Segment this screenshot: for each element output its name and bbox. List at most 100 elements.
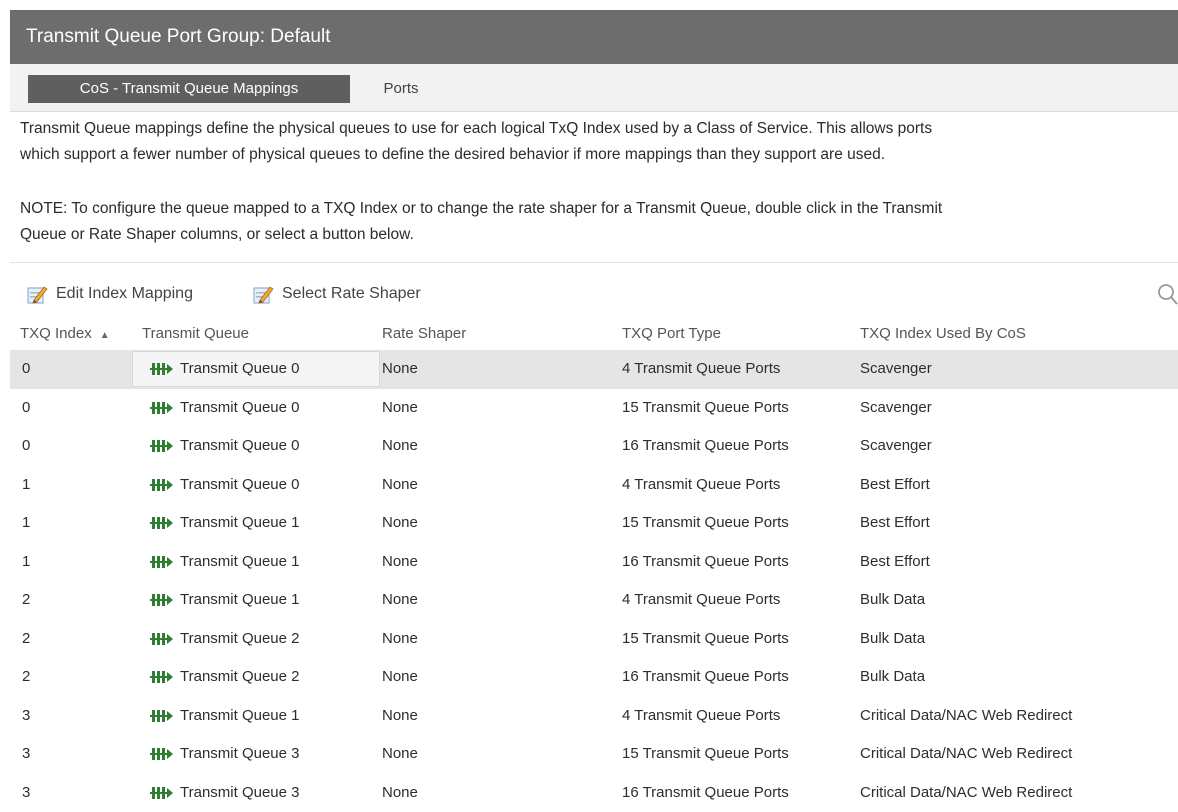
txq-index-cell: 1 xyxy=(22,504,30,543)
description-line-2: which support a fewer number of physical… xyxy=(20,142,1175,168)
transmit-queue-cell[interactable]: Transmit Queue 0 xyxy=(150,427,300,466)
txq-port-type-cell: 16 Transmit Queue Ports xyxy=(622,658,789,697)
transmit-queue-cell[interactable]: Transmit Queue 2 xyxy=(150,658,300,697)
column-header-rate-shaper[interactable]: Rate Shaper xyxy=(382,322,602,346)
tab-ports[interactable]: Ports xyxy=(366,75,436,103)
description-line-1: Transmit Queue mappings define the physi… xyxy=(20,116,1175,142)
table-row[interactable]: 2 Transmit Queue 2 None 15 Transmit Queue P… xyxy=(10,620,1178,659)
transmit-queue-cell[interactable]: Transmit Queue 0 xyxy=(150,466,300,505)
transmit-queue-icon xyxy=(150,747,174,761)
column-header-txq-index-used-by-cos[interactable]: TXQ Index Used By CoS xyxy=(860,322,1160,346)
table-row[interactable]: 3 Transmit Queue 3 None 16 Transmit Queue P… xyxy=(10,774,1178,812)
edit-pencil-icon xyxy=(26,283,48,305)
txq-index-cell: 3 xyxy=(22,735,30,774)
rate-shaper-cell[interactable]: None xyxy=(382,427,418,466)
rate-shaper-cell[interactable]: None xyxy=(382,774,418,812)
table-row[interactable]: 3 Transmit Queue 3 None 15 Transmit Queue P… xyxy=(10,735,1178,774)
transmit-queue-cell[interactable]: Transmit Queue 1 xyxy=(150,543,300,582)
txq-port-type-cell: 16 Transmit Queue Ports xyxy=(622,543,789,582)
table-row[interactable]: 0Transmit Queue 0None16 Transmit Queue P… xyxy=(10,427,1178,466)
transmit-queue-cell[interactable]: Transmit Queue 1 xyxy=(150,504,300,543)
txq-port-type-cell: 16 Transmit Queue Ports xyxy=(622,774,789,812)
table-row[interactable]: 0Transmit Queue 0None4 Transmit Queue Po… xyxy=(10,350,1178,389)
column-header-transmit-queue[interactable]: Transmit Queue xyxy=(142,322,362,346)
rate-shaper-cell[interactable]: None xyxy=(382,504,418,543)
cos-cell: Best Effort xyxy=(860,504,930,543)
column-header-txq-port-type[interactable]: TXQ Port Type xyxy=(622,322,842,346)
transmit-queue-icon xyxy=(150,632,174,646)
select-rate-shaper-button[interactable]: Select Rate Shaper xyxy=(252,281,421,307)
transmit-queue-cell[interactable]: Transmit Queue 3 xyxy=(150,735,300,774)
rate-shaper-cell[interactable]: None xyxy=(382,620,418,659)
transmit-queue-label: Transmit Queue 2 xyxy=(180,658,300,697)
transmit-queue-icon xyxy=(150,439,174,453)
transmit-queue-label: Transmit Queue 1 xyxy=(180,581,300,620)
table-row[interactable]: 1Transmit Queue 1None15 Transmit Queue P… xyxy=(10,504,1178,543)
transmit-queue-label: Transmit Queue 1 xyxy=(180,543,300,582)
transmit-queue-icon xyxy=(150,478,174,492)
transmit-queue-icon xyxy=(150,516,174,530)
table-body: 0 Transmit Queue 0 None 4 Transmit Queue Po… xyxy=(10,350,1178,812)
transmit-queue-icon xyxy=(150,709,174,723)
description-text: Transmit Queue mappings define the physi… xyxy=(20,116,1175,168)
txq-port-type-cell: 4 Transmit Queue Ports xyxy=(622,697,780,736)
transmit-queue-icon xyxy=(150,786,174,800)
tab-bar: CoS - Transmit Queue Mappings Ports xyxy=(10,64,1178,112)
cos-cell: Critical Data/NAC Web Redirect xyxy=(860,774,1072,812)
search-icon[interactable] xyxy=(1156,282,1178,306)
divider xyxy=(10,262,1178,263)
rate-shaper-cell[interactable]: None xyxy=(382,466,418,505)
rate-shaper-cell[interactable]: None xyxy=(382,735,418,774)
edit-index-mapping-button[interactable]: Edit Index Mapping xyxy=(26,281,193,307)
table-row[interactable]: 2Transmit Queue 2None16 Transmit Queue P… xyxy=(10,658,1178,697)
cos-cell: Best Effort xyxy=(860,543,930,582)
cos-cell: Bulk Data xyxy=(860,658,925,697)
cos-cell: Critical Data/NAC Web Redirect xyxy=(860,697,1072,736)
tab-cos-transmit-queue-mappings[interactable]: CoS - Transmit Queue Mappings xyxy=(28,75,350,103)
txq-index-cell: 2 xyxy=(22,620,30,659)
transmit-queue-icon xyxy=(150,555,174,569)
note-line-1: NOTE: To configure the queue mapped to a… xyxy=(20,196,1175,222)
transmit-queue-cell[interactable]: Transmit Queue 0 xyxy=(150,389,300,428)
table-row[interactable]: 2Transmit Queue 1None4 Transmit Queue Po… xyxy=(10,581,1178,620)
table-row[interactable]: 3 Transmit Queue 1 None 4 Transmit Queue Po… xyxy=(10,697,1178,736)
rate-shaper-cell[interactable]: None xyxy=(382,697,418,736)
table-row[interactable]: 1Transmit Queue 0None4 Transmit Queue Po… xyxy=(10,466,1178,505)
transmit-queue-label: Transmit Queue 0 xyxy=(180,350,300,389)
transmit-queue-cell[interactable]: Transmit Queue 3 xyxy=(150,774,300,812)
txq-port-type-cell: 15 Transmit Queue Ports xyxy=(622,620,789,659)
table-row[interactable]: 0Transmit Queue 0None15 Transmit Queue P… xyxy=(10,389,1178,428)
txq-port-type-cell: 16 Transmit Queue Ports xyxy=(622,427,789,466)
rate-shaper-cell[interactable]: None xyxy=(382,350,418,389)
txq-port-type-cell: 15 Transmit Queue Ports xyxy=(622,735,789,774)
cos-cell: Scavenger xyxy=(860,350,932,389)
txq-port-type-cell: 4 Transmit Queue Ports xyxy=(622,581,780,620)
transmit-queue-cell[interactable]: Transmit Queue 1 xyxy=(150,697,300,736)
txq-port-type-cell: 4 Transmit Queue Ports xyxy=(622,350,780,389)
rate-shaper-cell[interactable]: None xyxy=(382,581,418,620)
transmit-queue-cell[interactable]: Transmit Queue 1 xyxy=(150,581,300,620)
transmit-queue-cell[interactable]: Transmit Queue 2 xyxy=(150,620,300,659)
cos-cell: Scavenger xyxy=(860,389,932,428)
transmit-queue-dialog: Transmit Queue Port Group: Default CoS -… xyxy=(0,0,1178,803)
txq-index-cell: 0 xyxy=(22,389,30,428)
column-header-txq-index[interactable]: TXQ Index▲ xyxy=(20,322,130,346)
sort-ascending-icon: ▲ xyxy=(100,330,110,341)
rate-shaper-cell[interactable]: None xyxy=(382,658,418,697)
transmit-queue-icon xyxy=(150,401,174,415)
rate-shaper-cell[interactable]: None xyxy=(382,389,418,428)
transmit-queue-icon xyxy=(150,362,174,376)
cos-cell: Bulk Data xyxy=(860,620,925,659)
txq-index-cell: 3 xyxy=(22,774,30,812)
note-line-2: Queue or Rate Shaper columns, or select … xyxy=(20,222,1175,248)
txq-port-type-cell: 4 Transmit Queue Ports xyxy=(622,466,780,505)
txq-index-cell: 3 xyxy=(22,697,30,736)
select-rate-shaper-label: Select Rate Shaper xyxy=(282,285,421,303)
cos-cell: Critical Data/NAC Web Redirect xyxy=(860,735,1072,774)
table-row[interactable]: 1Transmit Queue 1None16 Transmit Queue P… xyxy=(10,543,1178,582)
rate-shaper-cell[interactable]: None xyxy=(382,543,418,582)
transmit-queue-label: Transmit Queue 0 xyxy=(180,427,300,466)
transmit-queue-label: Transmit Queue 3 xyxy=(180,735,300,774)
transmit-queue-cell[interactable]: Transmit Queue 0 xyxy=(132,351,380,387)
transmit-queue-icon xyxy=(150,593,174,607)
